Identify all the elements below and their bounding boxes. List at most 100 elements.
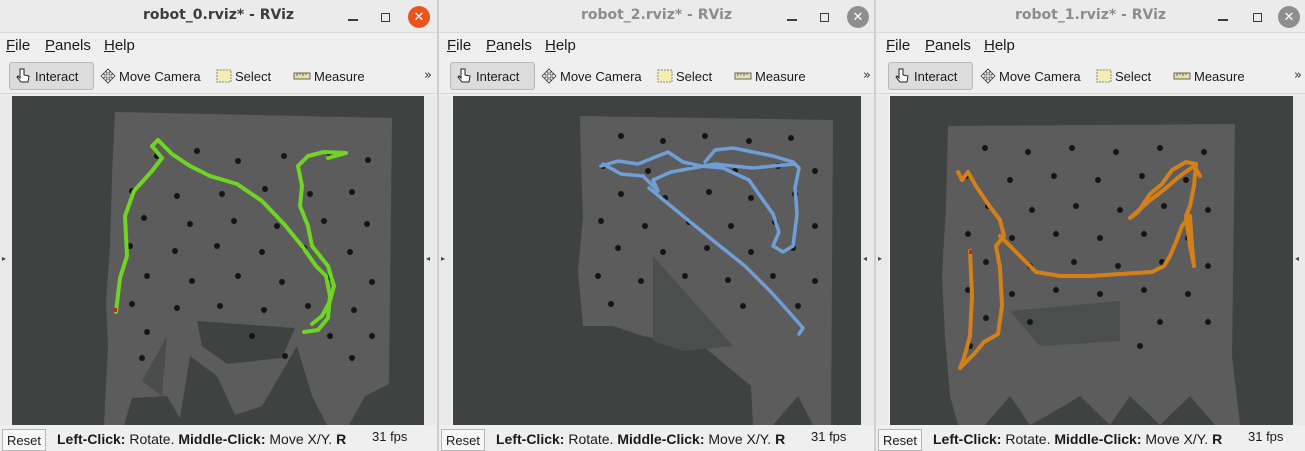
expand-left-icon: ▸ [878, 254, 883, 263]
selection-box-icon [216, 69, 232, 83]
tool-select-label: Select [676, 68, 713, 84]
pointing-hand-icon [16, 68, 30, 83]
ruler-icon [293, 72, 311, 80]
fps-readout: 31 fps [1246, 429, 1284, 444]
menu-bar: File Panels Help [0, 34, 437, 57]
tool-select-label: Select [235, 68, 272, 84]
toolbar-overflow-icon[interactable]: » [863, 68, 871, 83]
rviz-window-robot-1: robot_1.rviz* - RViz ✕ File Panels Help … [876, 0, 1305, 451]
menu-panels[interactable]: Panels [486, 37, 532, 54]
pointing-hand-icon [895, 68, 909, 83]
tool-select[interactable]: Select [653, 62, 716, 90]
title-bar[interactable]: robot_0.rviz* - RViz ✕ [0, 0, 437, 33]
expand-left-icon: ▸ [441, 254, 446, 263]
tool-measure[interactable]: Measure [730, 62, 810, 90]
robot-marker [114, 308, 117, 312]
menu-help[interactable]: Help [984, 37, 1015, 54]
rviz-window-robot-2: robot_2.rviz* - RViz ✕ File Panels Help … [439, 0, 874, 451]
tool-move-camera[interactable]: Move Camera [537, 62, 646, 90]
tool-bar: Interact Move Camera Select Measure » [439, 58, 874, 94]
maximize-button[interactable] [1246, 6, 1268, 28]
selection-box-icon [1096, 69, 1112, 83]
tool-move-camera-label: Move Camera [999, 68, 1081, 84]
tool-interact-label: Interact [35, 68, 79, 84]
tool-interact[interactable]: Interact [888, 62, 973, 90]
fps-readout: 31 fps [809, 429, 847, 444]
tool-interact-label: Interact [914, 68, 958, 84]
minimize-icon [1218, 19, 1228, 21]
status-hint: Left-Click: Rotate. Middle-Click: Move X… [933, 431, 1223, 447]
status-bar: Reset Left-Click: Rotate. Middle-Click: … [876, 426, 1305, 451]
tool-move-camera[interactable]: Move Camera [976, 62, 1085, 90]
minimize-icon [787, 19, 797, 21]
toolbar-overflow-icon[interactable]: » [424, 68, 432, 83]
minimize-button[interactable] [781, 6, 803, 28]
expand-left-icon: ▸ [2, 254, 7, 263]
title-bar[interactable]: robot_2.rviz* - RViz ✕ [439, 0, 874, 33]
close-icon: ✕ [1283, 9, 1295, 25]
menu-help[interactable]: Help [545, 37, 576, 54]
menu-panels[interactable]: Panels [45, 37, 91, 54]
menu-file[interactable]: File [6, 37, 30, 54]
tool-move-camera-label: Move Camera [560, 68, 642, 84]
menu-help[interactable]: Help [104, 37, 135, 54]
maximize-icon [819, 12, 829, 22]
tool-select-label: Select [1115, 68, 1152, 84]
reset-button[interactable]: Reset [441, 429, 485, 451]
close-icon: ✕ [413, 9, 425, 25]
fps-readout: 31 fps [370, 429, 408, 444]
tool-interact[interactable]: Interact [9, 62, 94, 90]
tool-interact-label: Interact [476, 68, 520, 84]
render-view[interactable] [12, 96, 424, 425]
move-arrows-icon [980, 68, 996, 84]
window-title: robot_0.rviz* - RViz [142, 7, 295, 23]
right-panel-handle[interactable]: ◂ [1293, 96, 1305, 425]
minimize-button[interactable] [1212, 6, 1234, 28]
menu-file[interactable]: File [886, 37, 910, 54]
left-panel-handle[interactable]: ▸ [876, 96, 888, 425]
left-panel-handle[interactable]: ▸ [439, 96, 451, 425]
expand-right-icon: ◂ [1295, 254, 1300, 263]
menu-file[interactable]: File [447, 37, 471, 54]
title-bar[interactable]: robot_1.rviz* - RViz ✕ [876, 0, 1305, 33]
pointing-hand-icon [457, 68, 471, 83]
tool-measure-label: Measure [314, 68, 365, 84]
close-button[interactable]: ✕ [1278, 6, 1300, 28]
close-button[interactable]: ✕ [847, 6, 869, 28]
status-bar: Reset Left-Click: Rotate. Middle-Click: … [0, 426, 437, 451]
move-arrows-icon [100, 68, 116, 84]
tool-select[interactable]: Select [212, 62, 275, 90]
reset-button[interactable]: Reset [2, 429, 46, 451]
occupancy-map [942, 124, 1240, 425]
close-button[interactable]: ✕ [408, 6, 430, 28]
menu-bar: File Panels Help [439, 34, 874, 57]
tool-interact[interactable]: Interact [450, 62, 535, 90]
render-view[interactable] [890, 96, 1293, 425]
robot-marker [969, 250, 972, 254]
tool-measure[interactable]: Measure [289, 62, 369, 90]
minimize-button[interactable] [342, 6, 364, 28]
right-panel-handle[interactable]: ◂ [861, 96, 874, 425]
tool-move-camera[interactable]: Move Camera [96, 62, 205, 90]
close-icon: ✕ [852, 9, 864, 25]
window-title: robot_2.rviz* - RViz [580, 7, 733, 23]
occupancy-map [578, 116, 833, 425]
maximize-button[interactable] [813, 6, 835, 28]
maximize-button[interactable] [374, 6, 396, 28]
status-bar: Reset Left-Click: Rotate. Middle-Click: … [439, 426, 874, 451]
render-view[interactable] [453, 96, 861, 425]
tool-measure[interactable]: Measure [1169, 62, 1249, 90]
maximize-icon [1252, 12, 1262, 22]
reset-button[interactable]: Reset [878, 429, 922, 451]
toolbar-overflow-icon[interactable]: » [1294, 68, 1302, 83]
tool-select[interactable]: Select [1092, 62, 1155, 90]
tool-measure-label: Measure [755, 68, 806, 84]
tool-bar: Interact Move Camera Select Measure » [876, 58, 1305, 94]
left-panel-handle[interactable]: ▸ [0, 96, 12, 425]
menu-panels[interactable]: Panels [925, 37, 971, 54]
expand-right-icon: ◂ [426, 254, 431, 263]
tool-move-camera-label: Move Camera [119, 68, 201, 84]
right-panel-handle[interactable]: ◂ [424, 96, 436, 425]
status-hint: Left-Click: Rotate. Middle-Click: Move X… [496, 431, 786, 447]
ruler-icon [1173, 72, 1191, 80]
